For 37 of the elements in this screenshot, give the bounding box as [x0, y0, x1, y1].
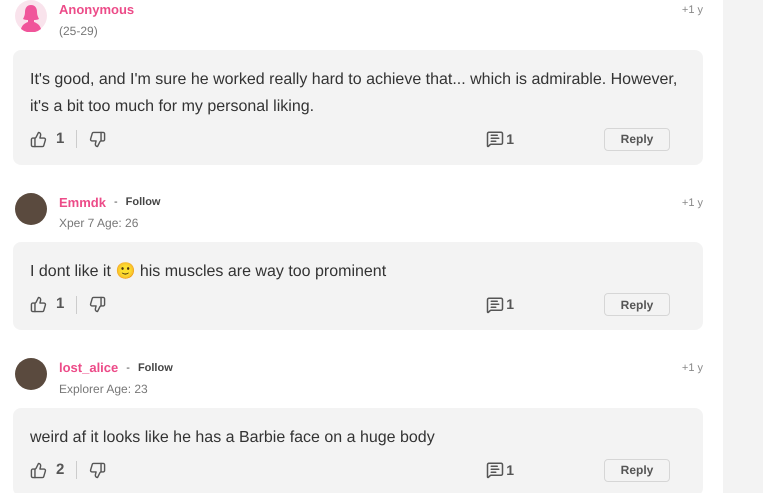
author-name[interactable]: Anonymous — [59, 0, 134, 20]
separator-dash: - — [114, 195, 118, 210]
author-meta: (25-29) — [59, 22, 99, 40]
author-meta: Xper 7 Age: 26 — [59, 215, 140, 232]
like-count: 1 — [56, 294, 64, 314]
reply-button[interactable]: Reply — [604, 458, 670, 482]
comment-text: I dont like it 🙂 his muscles are way too prominent — [30, 261, 388, 282]
avatar-photo-placeholder — [15, 192, 47, 224]
comment-text: weird af it looks like he has a Barbie face on a huge body — [30, 428, 436, 448]
thumbs-down-icon[interactable] — [89, 296, 106, 313]
reply-count: 1 — [506, 130, 514, 148]
thumbs-down-icon[interactable] — [89, 462, 106, 478]
thumbs-up-icon[interactable] — [30, 130, 47, 148]
thumbs-up-icon[interactable] — [30, 296, 47, 313]
author-name[interactable]: Emmdk — [59, 192, 106, 212]
reply-count: 1 — [506, 295, 514, 314]
post-time: +1 y — [682, 196, 703, 210]
follow-link[interactable]: Follow — [126, 194, 160, 210]
follow-link[interactable]: Follow — [138, 360, 173, 376]
reply-button[interactable]: Reply — [604, 128, 670, 150]
thumbs-up-icon[interactable] — [30, 462, 47, 478]
anonymous-avatar-icon — [15, 0, 47, 32]
thumbs-down-icon[interactable] — [89, 130, 106, 148]
reply-button[interactable]: Reply — [604, 293, 670, 316]
avatar-photo-placeholder — [15, 358, 47, 390]
comment-icon[interactable] — [486, 296, 504, 314]
separator-dash: - — [126, 360, 130, 376]
comment-icon[interactable] — [486, 461, 504, 479]
like-count: 1 — [56, 128, 64, 149]
post-time: +1 y — [682, 361, 703, 376]
comment-icon[interactable] — [486, 130, 504, 148]
author-meta: Explorer Age: 23 — [59, 380, 149, 398]
post-time: +1 y — [682, 3, 703, 18]
author-name[interactable]: lost_alice — [59, 358, 118, 378]
reply-count: 1 — [506, 460, 514, 480]
comment-text: It's good, and I'm sure he worked really hard to achieve that... which is admirable. However, it's a bit too much for my personal liking. — [30, 70, 678, 116]
like-count: 2 — [56, 460, 64, 480]
